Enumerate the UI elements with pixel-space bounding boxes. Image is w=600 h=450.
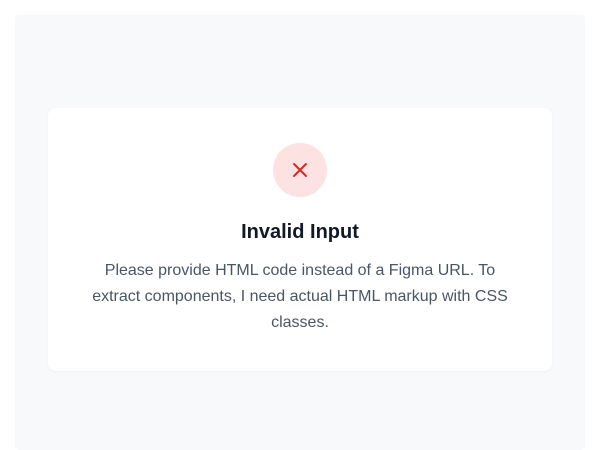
error-title: Invalid Input: [241, 221, 359, 243]
error-card: Invalid Input Please provide HTML code i…: [48, 108, 552, 371]
error-icon-badge: [273, 143, 327, 197]
page-background: Invalid Input Please provide HTML code i…: [15, 15, 585, 450]
error-message: Please provide HTML code instead of a Fi…: [92, 262, 508, 331]
close-icon: [293, 163, 307, 177]
